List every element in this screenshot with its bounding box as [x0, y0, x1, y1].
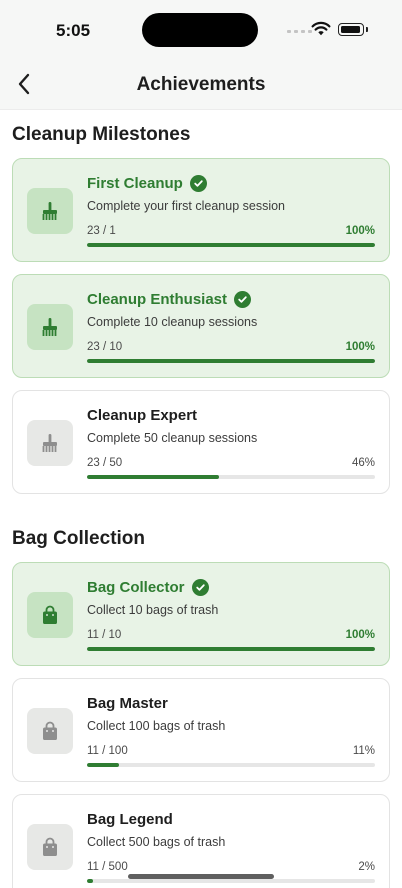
achievement-icon-box [27, 824, 73, 870]
check-circle-icon [189, 175, 207, 192]
achievement-icon-box [27, 708, 73, 754]
progress-percent: 11% [352, 745, 375, 757]
progress-bar-fill [87, 359, 375, 363]
progress-percent: 46% [351, 457, 375, 469]
progress-bar-fill [87, 763, 119, 767]
achievement-title: Bag Collector [87, 579, 185, 596]
progress-bar [87, 475, 375, 479]
achievement-title-row: Cleanup Expert [87, 407, 197, 424]
achievement-description: Collect 500 bags of trash [87, 835, 226, 849]
home-indicator [128, 874, 274, 879]
shopping-bag-icon [39, 836, 61, 858]
achievement-description: Complete 50 cleanup sessions [87, 431, 258, 445]
broom-icon [39, 316, 61, 338]
cellular-signal-icon [287, 30, 312, 33]
wifi-icon [311, 21, 331, 41]
achievement-card[interactable]: Bag Master Collect 100 bags of trash 11 … [12, 678, 390, 782]
progress-percent: 100% [345, 629, 375, 641]
status-bar: 5:05 [0, 0, 402, 60]
progress-bar-fill [87, 647, 375, 651]
achievement-icon-box [27, 420, 73, 466]
achievement-card[interactable]: Bag Collector Collect 10 bags of trash 1… [12, 562, 390, 666]
achievement-title-row: Bag Collector [87, 579, 209, 596]
section-title: Bag Collection [12, 528, 146, 549]
achievement-title: First Cleanup [87, 175, 183, 192]
achievement-icon-box [27, 592, 73, 638]
progress-bar-fill [87, 879, 93, 883]
broom-icon [39, 200, 61, 222]
progress-count: 23 / 50 [87, 457, 123, 469]
check-circle-icon [191, 579, 209, 596]
achievements-list[interactable]: Cleanup Milestones First Cleanup Complet… [0, 110, 402, 888]
achievement-card[interactable]: First Cleanup Complete your first cleanu… [12, 158, 390, 262]
progress-count: 23 / 10 [87, 341, 123, 353]
progress-bar [87, 647, 375, 651]
progress-bar [87, 243, 375, 247]
page-title: Achievements [136, 74, 266, 95]
section-title: Cleanup Milestones [12, 124, 191, 145]
achievement-description: Collect 100 bags of trash [87, 719, 226, 733]
progress-count: 11 / 100 [87, 745, 128, 757]
progress-count: 11 / 10 [87, 629, 122, 641]
status-time: 5:05 [56, 21, 91, 40]
achievement-title: Bag Legend [87, 811, 173, 828]
check-circle-icon [234, 291, 252, 308]
progress-count: 11 / 500 [87, 861, 128, 873]
achievement-title-row: Cleanup Enthusiast [87, 291, 252, 308]
dynamic-island [142, 13, 258, 47]
progress-percent: 100% [345, 341, 375, 353]
achievement-icon-box [27, 188, 73, 234]
progress-bar-fill [87, 243, 375, 247]
navigation-bar: Achievements [0, 60, 402, 110]
progress-percent: 2% [358, 861, 375, 873]
achievement-title-row: Bag Legend [87, 811, 173, 828]
achievement-icon-box [27, 304, 73, 350]
achievement-title: Bag Master [87, 695, 168, 712]
progress-bar [87, 879, 375, 883]
achievement-description: Complete 10 cleanup sessions [87, 315, 258, 329]
progress-bar-fill [87, 475, 220, 479]
achievement-title-row: Bag Master [87, 695, 168, 712]
achievement-title: Cleanup Expert [87, 407, 198, 424]
broom-icon [39, 432, 61, 454]
achievement-card[interactable]: Cleanup Enthusiast Complete 10 cleanup s… [12, 274, 390, 378]
achievement-description: Collect 10 bags of trash [87, 603, 219, 617]
achievement-title: Cleanup Enthusiast [87, 291, 228, 308]
achievement-card[interactable]: Cleanup Expert Complete 50 cleanup sessi… [12, 390, 390, 494]
battery-icon [338, 23, 368, 36]
progress-bar [87, 763, 375, 767]
shopping-bag-icon [39, 720, 61, 742]
achievement-description: Complete your first cleanup session [87, 199, 286, 213]
shopping-bag-icon [39, 604, 61, 626]
progress-bar [87, 359, 375, 363]
progress-percent: 100% [345, 225, 375, 237]
achievement-title-row: First Cleanup [87, 175, 207, 192]
progress-count: 23 / 1 [87, 225, 116, 237]
